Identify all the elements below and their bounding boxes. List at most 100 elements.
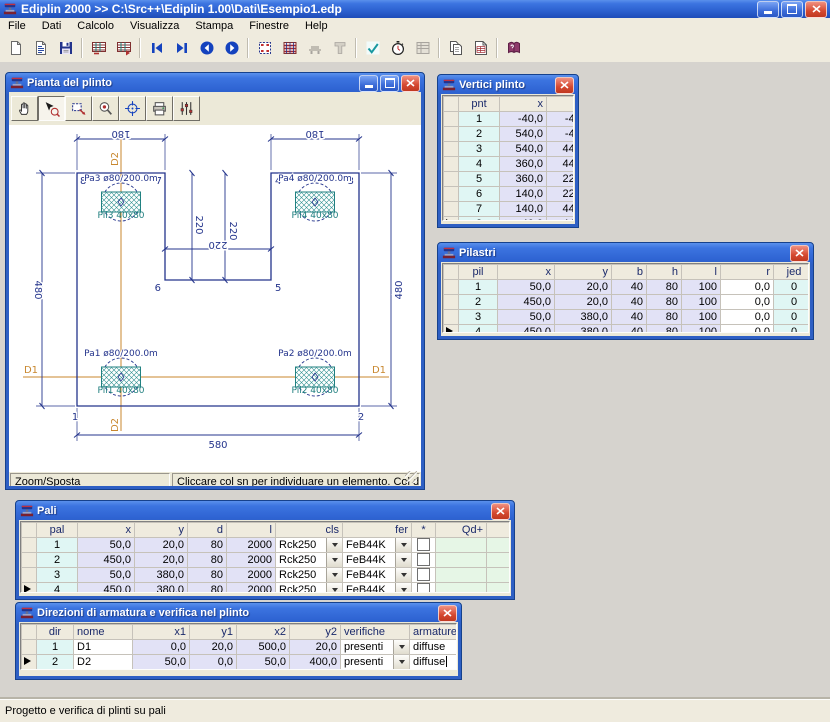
cell[interactable]: -40,0: [547, 127, 575, 142]
minimize-button[interactable]: [359, 75, 378, 92]
dropdown-button[interactable]: [395, 583, 411, 593]
menu-file[interactable]: File: [0, 19, 34, 33]
menu-calcolo[interactable]: Calcolo: [69, 19, 122, 33]
cell[interactable]: [412, 568, 436, 583]
cell[interactable]: -40,0: [500, 112, 547, 127]
cell[interactable]: 1: [459, 112, 500, 127]
close-button[interactable]: [438, 605, 457, 622]
row-selector[interactable]: [444, 112, 459, 127]
cell[interactable]: [487, 538, 511, 553]
cell[interactable]: 100: [682, 295, 721, 310]
cell[interactable]: 2000: [227, 538, 276, 553]
menu-finestre[interactable]: Finestre: [241, 19, 297, 33]
cell[interactable]: 540,0: [500, 142, 547, 157]
cell[interactable]: 80: [647, 310, 682, 325]
minimize-button[interactable]: [757, 1, 779, 18]
cell[interactable]: Rck250: [276, 553, 343, 568]
dropdown-button[interactable]: [393, 640, 409, 654]
cell[interactable]: 3: [459, 310, 498, 325]
dropdown-button[interactable]: [326, 553, 342, 567]
row-selector[interactable]: [444, 142, 459, 157]
zoom-all-tool-button[interactable]: [92, 96, 119, 121]
cell[interactable]: 440,0: [547, 157, 575, 172]
cell[interactable]: 2000: [227, 583, 276, 594]
cell[interactable]: 4: [459, 157, 500, 172]
cell[interactable]: 140,0: [500, 187, 547, 202]
cell[interactable]: FeB44K: [343, 583, 412, 594]
cell[interactable]: 3: [37, 568, 78, 583]
cell[interactable]: 80: [647, 325, 682, 334]
pile-cap-view-button[interactable]: [303, 37, 326, 60]
cell[interactable]: 2: [37, 655, 74, 670]
dropdown-button[interactable]: [326, 583, 342, 593]
dropdown-button[interactable]: [326, 568, 342, 582]
cell[interactable]: [412, 538, 436, 553]
check-data-button[interactable]: [361, 37, 384, 60]
dropdown-button[interactable]: [395, 538, 411, 552]
cell[interactable]: 40: [612, 280, 647, 295]
cell[interactable]: -40,0: [500, 217, 547, 222]
cell[interactable]: 100: [682, 280, 721, 295]
row-selector[interactable]: [444, 310, 459, 325]
cell[interactable]: 220,0: [547, 172, 575, 187]
cell[interactable]: presenti: [341, 655, 410, 670]
cell[interactable]: 220,0: [547, 187, 575, 202]
cell[interactable]: 20,0: [190, 640, 237, 655]
zoom-pointer-tool-button[interactable]: [38, 96, 65, 121]
menu-help[interactable]: Help: [297, 19, 336, 33]
checkbox[interactable]: [417, 538, 430, 551]
row-selector[interactable]: [22, 568, 37, 583]
cell[interactable]: [487, 553, 511, 568]
cell[interactable]: 1: [37, 640, 74, 655]
cell[interactable]: D1: [74, 640, 133, 655]
close-button[interactable]: [555, 77, 574, 94]
cell[interactable]: 40: [612, 310, 647, 325]
previous-record-button[interactable]: [195, 37, 218, 60]
direzioni-title-bar[interactable]: Direzioni di armatura e verifica nel pli…: [19, 604, 458, 622]
main-title-bar[interactable]: Ediplin 2000 >> C:\Src++\Ediplin 1.00\Da…: [0, 0, 830, 18]
row-selector[interactable]: [444, 325, 459, 334]
cell[interactable]: 2: [37, 553, 78, 568]
cell[interactable]: 0: [774, 280, 810, 295]
close-button[interactable]: [491, 503, 510, 520]
resize-grip[interactable]: [405, 471, 417, 483]
display-options-button[interactable]: [173, 96, 200, 121]
last-record-button[interactable]: [170, 37, 193, 60]
cell[interactable]: 8: [459, 217, 500, 222]
pilastri-title-bar[interactable]: Pilastri: [441, 244, 810, 262]
text-output-button[interactable]: [328, 37, 351, 60]
cell[interactable]: 0: [774, 295, 810, 310]
cell[interactable]: 2: [459, 127, 500, 142]
cell[interactable]: 440,0: [547, 142, 575, 157]
cell[interactable]: 50,0: [78, 538, 135, 553]
cell[interactable]: 20,0: [135, 553, 188, 568]
cell[interactable]: 0: [774, 325, 810, 334]
cell[interactable]: 80: [188, 583, 227, 594]
cell[interactable]: 50,0: [237, 655, 290, 670]
center-view-tool-button[interactable]: [119, 96, 146, 121]
dropdown-button[interactable]: [395, 568, 411, 582]
cell[interactable]: 100: [682, 325, 721, 334]
cell[interactable]: 380,0: [555, 310, 612, 325]
cell[interactable]: [487, 568, 511, 583]
save-button[interactable]: [54, 37, 77, 60]
cell[interactable]: 380,0: [135, 583, 188, 594]
cell[interactable]: 50,0: [78, 568, 135, 583]
cell[interactable]: FeB44K: [343, 538, 412, 553]
cell[interactable]: 0: [774, 310, 810, 325]
row-selector[interactable]: [22, 640, 37, 655]
pile-pa3[interactable]: Pa3 ø80/200.0m Pil3 40x80: [84, 174, 158, 221]
cell[interactable]: 540,0: [500, 127, 547, 142]
cell[interactable]: 1: [459, 280, 498, 295]
cell[interactable]: 80: [188, 538, 227, 553]
cell[interactable]: 0,0: [721, 310, 774, 325]
cell[interactable]: 50,0: [498, 310, 555, 325]
cell[interactable]: 2: [459, 295, 498, 310]
zoom-window-tool-button[interactable]: [65, 96, 92, 121]
cell[interactable]: Rck250: [276, 583, 343, 594]
cell[interactable]: 450,0: [78, 553, 135, 568]
pile-pa2[interactable]: Pa2 ø80/200.0m Pil2 40x80: [278, 349, 352, 396]
cell[interactable]: 80: [188, 553, 227, 568]
cell[interactable]: 40: [612, 295, 647, 310]
cell[interactable]: 80: [647, 280, 682, 295]
